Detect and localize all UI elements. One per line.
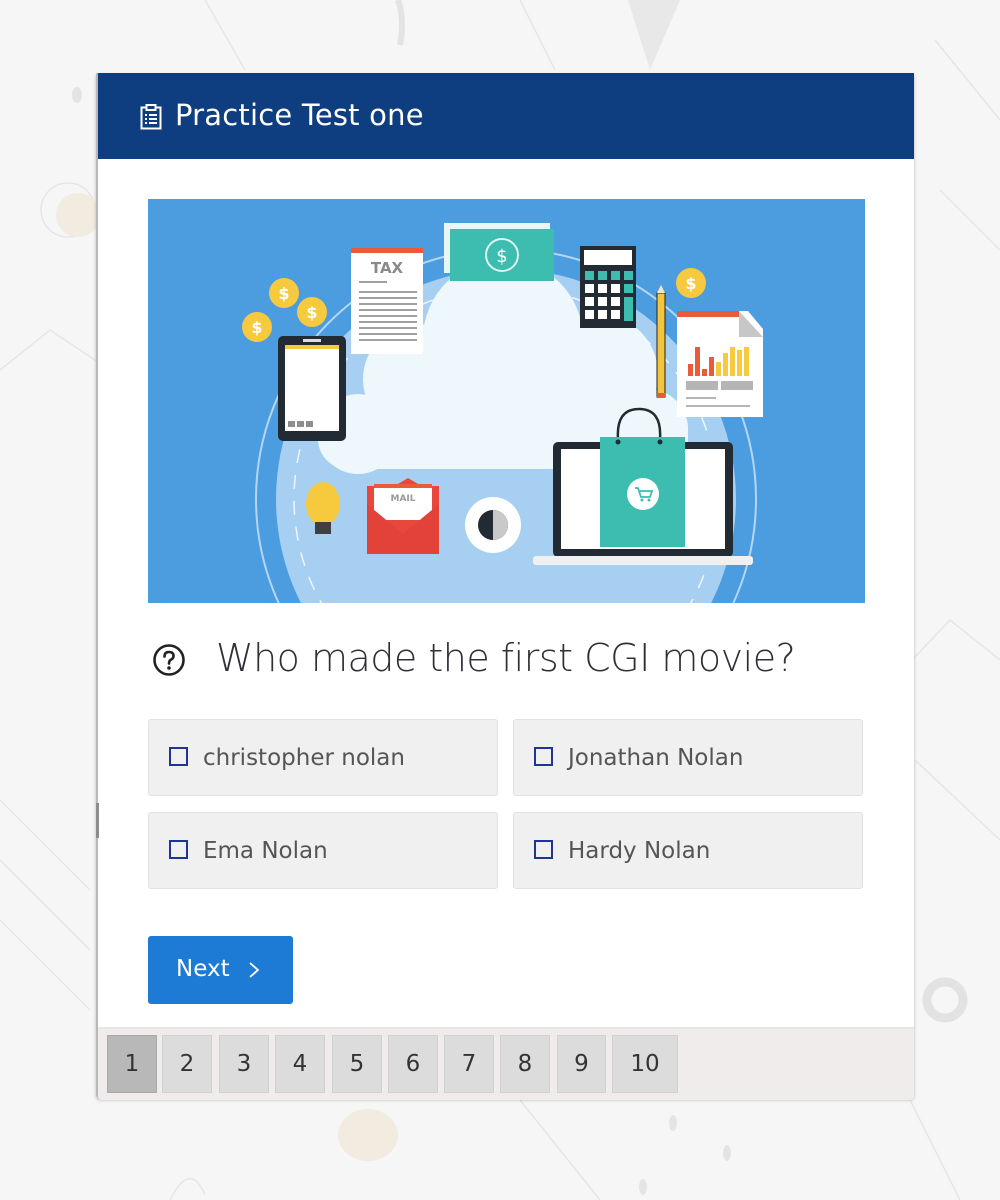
mail-envelope-icon: MAIL (367, 478, 439, 554)
answer-option[interactable]: Jonathan Nolan (513, 719, 863, 796)
checkbox-unchecked-icon[interactable] (169, 840, 188, 859)
tax-document-icon: TAX (351, 248, 423, 354)
quiz-header: Practice Test one (98, 73, 914, 159)
page-button-7[interactable]: 7 (444, 1035, 494, 1093)
page-button-1[interactable]: 1 (107, 1035, 157, 1093)
page-button-2[interactable]: 2 (162, 1035, 212, 1093)
page-button-10[interactable]: 10 (612, 1035, 678, 1093)
scrollbar-thumb[interactable] (96, 803, 99, 838)
svg-text:$: $ (278, 284, 289, 303)
answer-option-label: Ema Nolan (203, 838, 328, 864)
quiz-card: Practice Test one $ $ $ $ TAX $ MAIL Who… (96, 73, 914, 1100)
svg-text:$: $ (306, 303, 317, 322)
answer-option[interactable]: christopher nolan (148, 719, 498, 796)
next-button-label: Next (176, 956, 230, 982)
svg-text:$: $ (685, 274, 696, 293)
svg-text:TAX: TAX (371, 259, 404, 277)
banknote-icon: $ (444, 223, 554, 281)
hero-illustration: $ $ $ $ TAX $ MAIL (148, 199, 865, 603)
page-button-4[interactable]: 4 (275, 1035, 325, 1093)
page-button-5[interactable]: 5 (332, 1035, 382, 1093)
calculator-icon (580, 246, 636, 328)
smartphone-icon (278, 336, 346, 441)
checkbox-unchecked-icon[interactable] (534, 840, 553, 859)
quiz-title: Practice Test one (175, 98, 424, 132)
pencil-icon (656, 285, 666, 398)
coffee-cup-icon (465, 497, 521, 553)
answer-option-label: Hardy Nolan (568, 838, 711, 864)
svg-text:$: $ (496, 246, 507, 267)
question-pagination: 1 2 3 4 5 6 7 8 9 10 (98, 1027, 914, 1100)
page-button-3[interactable]: 3 (219, 1035, 269, 1093)
page-button-6[interactable]: 6 (388, 1035, 438, 1093)
clipboard-list-icon (140, 104, 162, 130)
page-button-8[interactable]: 8 (500, 1035, 550, 1093)
answer-option[interactable]: Ema Nolan (148, 812, 498, 889)
answer-option-label: Jonathan Nolan (568, 745, 744, 771)
next-button[interactable]: Next (148, 936, 293, 1004)
checkbox-unchecked-icon[interactable] (169, 747, 188, 766)
checkbox-unchecked-icon[interactable] (534, 747, 553, 766)
svg-text:MAIL: MAIL (390, 494, 415, 504)
question-text: Who made the first CGI movie? (216, 636, 796, 680)
answer-option-label: christopher nolan (203, 745, 405, 771)
page-button-9[interactable]: 9 (557, 1035, 606, 1093)
chevron-right-icon (249, 962, 260, 978)
answer-option[interactable]: Hardy Nolan (513, 812, 863, 889)
question-circle-icon (153, 644, 185, 676)
svg-text:$: $ (251, 318, 262, 337)
chart-document-icon (677, 311, 763, 417)
